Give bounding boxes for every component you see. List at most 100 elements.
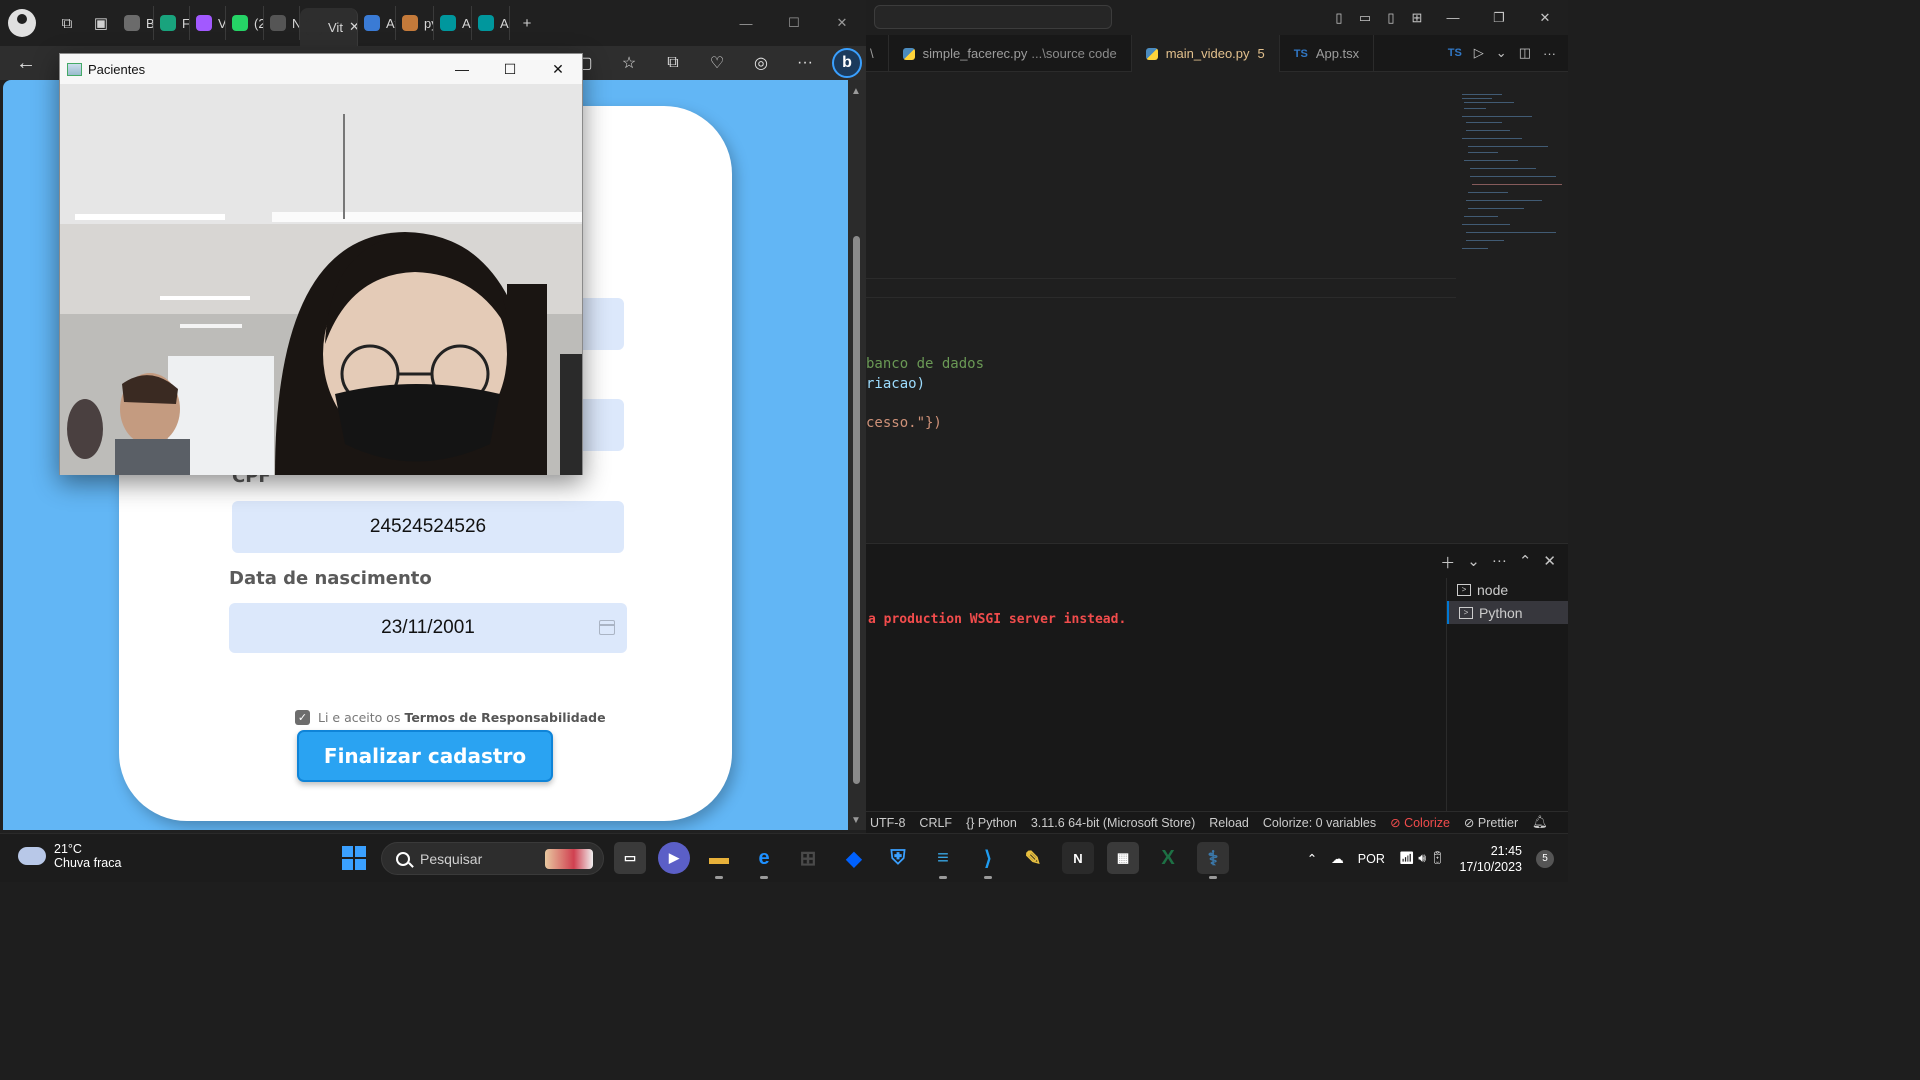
store-icon[interactable]: ⊞ bbox=[792, 842, 824, 874]
collections-icon[interactable]: ⧉ bbox=[656, 48, 690, 78]
browser-tab[interactable]: Fla bbox=[154, 6, 190, 40]
ts-version-icon[interactable]: TS bbox=[1448, 47, 1462, 59]
new-terminal-icon[interactable]: ＋ bbox=[1440, 552, 1455, 573]
favorites-star-icon[interactable]: ☆ bbox=[612, 48, 646, 78]
browser-tab[interactable]: Ar bbox=[434, 6, 472, 40]
scroll-up-icon[interactable]: ▲ bbox=[851, 86, 861, 97]
clock[interactable]: 21:45 17/10/2023 bbox=[1459, 843, 1522, 875]
editor-tab-main-video[interactable]: main_video.py 5 bbox=[1131, 35, 1280, 72]
maximize-button[interactable]: ☐ bbox=[486, 54, 534, 84]
paint-icon[interactable]: ✎ bbox=[1017, 842, 1049, 874]
more-actions-icon[interactable]: ··· bbox=[1492, 552, 1507, 573]
browser-tab[interactable]: No bbox=[264, 6, 300, 40]
terms-link[interactable]: Termos de Responsabilidade bbox=[404, 710, 605, 725]
scroll-down-icon[interactable]: ▼ bbox=[851, 815, 861, 826]
bing-chat-icon[interactable]: b bbox=[832, 48, 862, 78]
edge-icon[interactable]: e bbox=[748, 842, 780, 879]
workspaces-icon[interactable]: ⧉ bbox=[50, 8, 84, 38]
toggle-sidebar-icon[interactable]: ▯ bbox=[1326, 0, 1352, 35]
status-colorize[interactable]: ⊘ Colorize bbox=[1390, 815, 1450, 830]
app-security-icon[interactable]: ⛨ bbox=[882, 842, 914, 874]
close-button[interactable]: ✕ bbox=[818, 6, 866, 40]
customize-layout-icon[interactable]: ⊞ bbox=[1404, 0, 1430, 35]
teams-chat-icon[interactable]: ▶ bbox=[658, 842, 690, 874]
notifications-bell-icon[interactable]: 🔔︎ bbox=[1532, 815, 1548, 830]
back-arrow-icon[interactable]: ← bbox=[16, 52, 36, 75]
cpf-input[interactable]: 24524524526 bbox=[232, 501, 624, 553]
status-language[interactable]: {} Python bbox=[966, 816, 1017, 830]
browser-tab[interactable]: Ar bbox=[472, 6, 510, 40]
wifi-volume-battery-icons[interactable]: 📶︎ 🔊︎ 🔋︎ bbox=[1399, 851, 1446, 866]
minimap[interactable] bbox=[1456, 72, 1568, 542]
browser-essentials-icon[interactable]: ♡ bbox=[700, 48, 734, 78]
onedrive-cloud-icon[interactable]: ☁ bbox=[1331, 851, 1344, 866]
browser-tab[interactable]: Bla bbox=[118, 6, 154, 40]
terminal-output[interactable]: a production WSGI server instead. bbox=[868, 612, 1126, 627]
dropbox-icon[interactable]: ◆ bbox=[838, 842, 870, 874]
terms-checkbox[interactable]: ✓ bbox=[295, 710, 310, 725]
profile-avatar[interactable] bbox=[8, 9, 36, 37]
code-editor[interactable]: banco de dados riacao) cesso."}) bbox=[866, 72, 1456, 542]
show-hidden-icons-chevron-icon[interactable]: ⌃ bbox=[1307, 851, 1317, 866]
more-actions-icon[interactable]: ··· bbox=[1543, 46, 1556, 61]
editor-divider bbox=[866, 278, 1456, 279]
toggle-panel-icon[interactable]: ▭ bbox=[1352, 0, 1378, 35]
status-interpreter[interactable]: 3.11.6 64-bit (Microsoft Store) bbox=[1031, 816, 1195, 830]
minimize-button[interactable]: — bbox=[1430, 0, 1476, 35]
scrollbar-thumb[interactable] bbox=[853, 236, 860, 784]
close-panel-icon[interactable]: ✕ bbox=[1543, 552, 1556, 573]
editor-tab-simple-facerec[interactable]: simple_facerec.py ...\source code bbox=[889, 35, 1132, 72]
browser-tab[interactable]: py bbox=[396, 6, 434, 40]
close-button[interactable]: ✕ bbox=[534, 54, 582, 84]
camera-window-titlebar[interactable]: Pacientes — ☐ ✕ bbox=[60, 54, 582, 84]
finalizar-cadastro-button[interactable]: Finalizar cadastro bbox=[297, 730, 553, 782]
editor-tab-partial[interactable]: \ bbox=[866, 35, 889, 72]
calendar-icon[interactable] bbox=[599, 620, 615, 635]
file-explorer-icon[interactable]: ▬ bbox=[703, 842, 735, 879]
settings-more-icon[interactable]: ··· bbox=[788, 48, 822, 78]
status-reload[interactable]: Reload bbox=[1209, 816, 1249, 830]
maximize-panel-icon[interactable]: ⌃ bbox=[1519, 552, 1532, 573]
minimize-button[interactable]: — bbox=[722, 6, 770, 40]
tab-actions-icon[interactable]: ▣ bbox=[84, 8, 118, 38]
page-scrollbar[interactable]: ▲ ▼ bbox=[848, 80, 866, 830]
notification-badge[interactable]: 5 bbox=[1536, 849, 1554, 868]
taskbar-search[interactable]: Pesquisar bbox=[381, 842, 604, 875]
weather-widget[interactable]: 21°C Chuva fraca bbox=[18, 842, 121, 870]
vscode-command-center[interactable] bbox=[874, 5, 1112, 29]
status-encoding[interactable]: UTF-8 bbox=[870, 816, 905, 830]
input-language[interactable]: POR bbox=[1358, 852, 1385, 866]
start-windows-icon[interactable] bbox=[342, 846, 366, 870]
toggle-secondary-sidebar-icon[interactable]: ▯ bbox=[1378, 0, 1404, 35]
vscode-icon[interactable]: ⟩ bbox=[972, 842, 1004, 879]
notepad-icon[interactable]: ≡ bbox=[927, 842, 959, 879]
excel-icon[interactable]: X bbox=[1152, 842, 1184, 874]
browser-tab[interactable]: Vit bbox=[190, 6, 226, 40]
run-icon[interactable]: ▷ bbox=[1474, 45, 1484, 61]
browser-tab[interactable]: Ati bbox=[358, 6, 396, 40]
minimize-button[interactable]: — bbox=[438, 54, 486, 84]
status-colorize-vars[interactable]: Colorize: 0 variables bbox=[1263, 816, 1376, 830]
split-editor-icon[interactable]: ◫ bbox=[1519, 45, 1531, 61]
status-prettier[interactable]: ⊘ Prettier bbox=[1464, 815, 1518, 830]
notion-icon[interactable]: N bbox=[1062, 842, 1094, 874]
browser-tab-label: Bla bbox=[146, 15, 154, 31]
virtual-machine-icon[interactable]: ▦ bbox=[1107, 842, 1139, 874]
editor-tab-app-tsx[interactable]: TS App.tsx bbox=[1280, 35, 1375, 72]
terminal-dropdown-icon[interactable]: ⌄ bbox=[1467, 552, 1480, 573]
maximize-button[interactable]: ☐ bbox=[770, 6, 818, 40]
restore-button[interactable]: ❐ bbox=[1476, 0, 1522, 35]
new-tab-button[interactable]: + bbox=[510, 8, 544, 38]
browser-tab[interactable]: (2) bbox=[226, 6, 264, 40]
status-eol[interactable]: CRLF bbox=[919, 816, 952, 830]
dob-input[interactable]: 23/11/2001 bbox=[229, 603, 627, 653]
terminal-item-node[interactable]: > node bbox=[1447, 578, 1568, 601]
python-icon[interactable]: ⚕ bbox=[1197, 842, 1229, 879]
terminal-item-python[interactable]: > Python bbox=[1447, 601, 1568, 624]
browser-tab[interactable]: Vit ✕ bbox=[300, 8, 358, 46]
close-tab-icon[interactable]: ✕ bbox=[349, 19, 357, 35]
task-view-icon[interactable]: ▭ bbox=[614, 842, 646, 874]
run-dropdown-icon[interactable]: ⌄ bbox=[1496, 45, 1507, 61]
close-button[interactable]: ✕ bbox=[1522, 0, 1568, 35]
copilot-icon[interactable]: ◎ bbox=[744, 48, 778, 78]
